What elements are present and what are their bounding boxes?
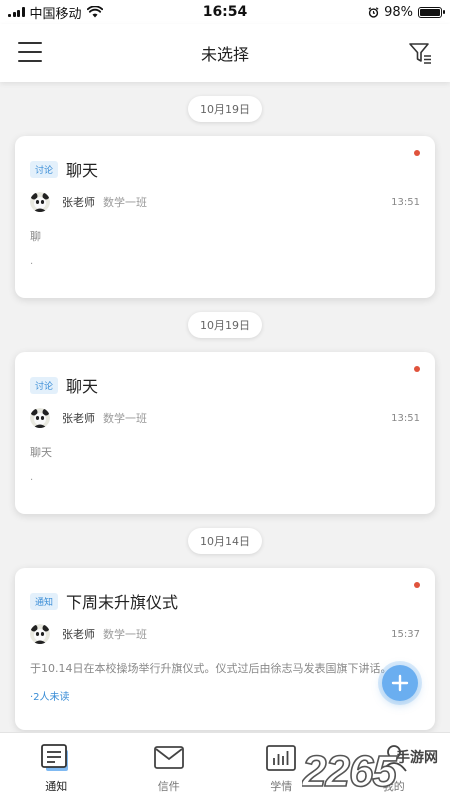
- unread-dot: [414, 150, 420, 156]
- date-divider: 10月14日: [188, 528, 262, 554]
- author-row: 张老师 数学一班 15:37: [30, 623, 420, 645]
- tab-profile[interactable]: 我的: [338, 733, 450, 800]
- plus-icon: [391, 674, 409, 692]
- status-bar-right: 98%: [368, 4, 445, 20]
- card-content: 聊天: [30, 446, 52, 459]
- unread-count[interactable]: ·2人未读: [30, 688, 70, 703]
- card-tag: 讨论: [30, 376, 59, 394]
- filter-icon[interactable]: [408, 40, 434, 66]
- author-name: 张老师: [62, 628, 95, 641]
- post-time: 15:37: [391, 628, 420, 640]
- card-title: 聊天: [66, 161, 99, 180]
- card-footer: .: [30, 472, 34, 483]
- card-footer: .: [30, 256, 34, 267]
- author-class: 数学一班: [103, 628, 147, 641]
- battery-fill: [420, 8, 440, 16]
- tab-notice[interactable]: 通知: [0, 733, 113, 800]
- card-title: 聊天: [66, 377, 99, 396]
- notice-card[interactable]: 讨论 聊天 张老师 数学一班 13:51 聊天 .: [15, 352, 435, 514]
- avatar: [30, 408, 50, 428]
- tab-label: 通知: [45, 780, 68, 793]
- tab-label: 我的: [382, 780, 405, 793]
- author-name: 张老师: [62, 412, 95, 425]
- carrier-name: 中国移动: [29, 6, 82, 22]
- date-divider: 10月19日: [188, 312, 262, 338]
- status-bar-left: 中国移动: [8, 3, 103, 22]
- signal-icon: [8, 7, 25, 17]
- page-title: 未选择: [200, 45, 249, 64]
- post-time: 13:51: [391, 412, 420, 424]
- post-time: 13:51: [391, 196, 420, 208]
- author-name: 张老师: [62, 196, 95, 209]
- author-class: 数学一班: [103, 412, 147, 425]
- notice-card[interactable]: 通知 下周末升旗仪式 张老师 数学一班 15:37 于10.14日在本校操场举行…: [15, 568, 435, 730]
- add-notice-button[interactable]: [382, 665, 418, 701]
- avatar: [30, 624, 50, 644]
- notice-card[interactable]: 讨论 聊天 张老师 数学一班 13:51 聊 .: [15, 136, 435, 298]
- top-nav-bar: 未选择: [0, 24, 450, 82]
- card-title: 下周末升旗仪式: [66, 593, 179, 612]
- card-title-row: 通知 下周末升旗仪式: [30, 589, 178, 613]
- avatar: [30, 192, 50, 212]
- unread-dot: [414, 582, 420, 588]
- card-content: 于10.14日在本校操场举行升旗仪式。仪式过后由徐志马发表国旗下讲话。: [30, 662, 392, 675]
- hamburger-menu-icon[interactable]: [18, 42, 42, 62]
- card-tag: 讨论: [30, 160, 59, 178]
- battery-percent: 98%: [384, 4, 413, 20]
- alarm-icon: [368, 6, 379, 18]
- author-row: 张老师 数学一班 13:51: [30, 191, 420, 213]
- tab-label: 信件: [157, 780, 180, 793]
- author-class: 数学一班: [103, 196, 147, 209]
- status-bar: 中国移动 16:54 98%: [0, 0, 450, 24]
- notice-feed[interactable]: 10月19日 讨论 聊天 张老师 数学一班 13:51 聊 . 10月19日 讨…: [0, 82, 450, 732]
- card-title-row: 讨论 聊天: [30, 373, 98, 397]
- wifi-icon: [86, 6, 103, 18]
- battery-icon: [418, 6, 445, 18]
- tab-study[interactable]: 学情: [225, 733, 338, 800]
- chart-icon: [266, 745, 297, 771]
- notice-icon: [41, 744, 69, 771]
- tab-mail[interactable]: 信件: [113, 733, 226, 800]
- date-divider: 10月19日: [188, 96, 262, 122]
- card-tag: 通知: [30, 592, 59, 610]
- card-title-row: 讨论 聊天: [30, 157, 98, 181]
- mail-icon: [153, 746, 184, 769]
- bottom-tab-bar: 通知 信件 学情 我的: [0, 732, 450, 800]
- author-row: 张老师 数学一班 13:51: [30, 407, 420, 429]
- tab-label: 学情: [270, 780, 293, 793]
- card-content: 聊: [30, 230, 41, 243]
- unread-dot: [414, 366, 420, 372]
- profile-icon: [381, 745, 407, 772]
